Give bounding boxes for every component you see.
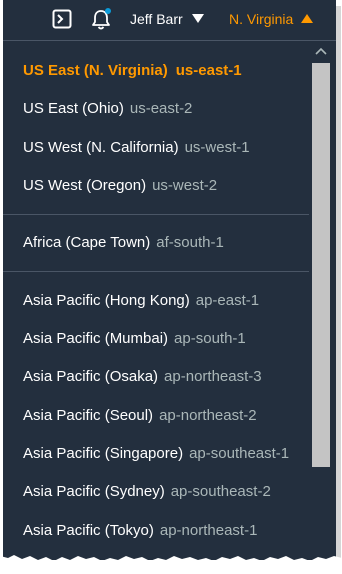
user-menu-label[interactable]: Jeff Barr [130, 11, 183, 27]
torn-edge [0, 555, 342, 574]
region-name: US East (Ohio) [23, 100, 124, 117]
notification-dot [105, 8, 111, 14]
region-item-us-east-1[interactable]: US East (N. Virginia) us-east-1 [23, 59, 242, 83]
region-code: us-east-2 [129, 100, 193, 117]
region-item-ap-northeast-2[interactable]: Asia Pacific (Seoul) ap-northeast-2 [23, 404, 257, 428]
region-code: ap-northeast-1 [159, 522, 258, 539]
region-code: ap-southeast-2 [170, 483, 271, 500]
region-group-divider [3, 271, 309, 272]
region-item-us-west-1[interactable]: US West (N. California) us-west-1 [23, 136, 250, 160]
region-name: Asia Pacific (Mumbai) [23, 330, 169, 347]
region-item-ap-south-1[interactable]: Asia Pacific (Mumbai) ap-south-1 [23, 327, 246, 351]
region-code: ap-southeast-1 [189, 445, 290, 462]
region-group-divider [3, 214, 309, 215]
region-code: ap-east-1 [195, 292, 260, 309]
region-selector-panel: Jeff Barr N. Virginia US East (N. Virgin… [3, 0, 336, 560]
region-code: af-south-1 [156, 234, 224, 251]
panel-shadow [336, 6, 341, 560]
region-item-ap-southeast-1[interactable]: Asia Pacific (Singapore) ap-southeast-1 [23, 442, 289, 466]
region-item-ap-east-1[interactable]: Asia Pacific (Hong Kong) ap-east-1 [23, 289, 259, 313]
region-name: Asia Pacific (Osaka) [23, 368, 159, 385]
region-code: ap-northeast-3 [164, 368, 262, 385]
region-item-us-east-2[interactable]: US East (Ohio) us-east-2 [23, 97, 192, 121]
region-menu-label[interactable]: N. Virginia [229, 11, 293, 27]
region-item-af-south-1[interactable]: Africa (Cape Town) af-south-1 [23, 231, 224, 255]
region-item-ap-northeast-1[interactable]: Asia Pacific (Tokyo) ap-northeast-1 [23, 519, 257, 543]
region-item-ap-southeast-2[interactable]: Asia Pacific (Sydney) ap-southeast-2 [23, 480, 271, 504]
region-item-ap-northeast-3[interactable]: Asia Pacific (Osaka) ap-northeast-3 [23, 365, 262, 389]
scroll-up-arrow-icon[interactable] [315, 47, 327, 55]
region-name: Asia Pacific (Singapore) [23, 445, 184, 462]
region-code: us-west-1 [184, 139, 250, 156]
scrollbar-thumb[interactable] [312, 63, 330, 467]
cloudshell-terminal-icon[interactable] [52, 9, 72, 29]
region-list: US East (N. Virginia) us-east-1 US East (… [3, 41, 309, 560]
console-top-bar: Jeff Barr N. Virginia [3, 0, 336, 40]
region-code: us-west-2 [152, 177, 218, 194]
notification-bell-icon[interactable] [90, 7, 112, 31]
region-name: US East (N. Virginia) [23, 62, 168, 79]
region-name: US West (N. California) [23, 139, 179, 156]
region-code: us-east-1 [175, 62, 242, 79]
region-item-us-west-2[interactable]: US West (Oregon) us-west-2 [23, 174, 217, 198]
region-code: ap-northeast-2 [159, 407, 257, 424]
region-code: ap-south-1 [174, 330, 246, 347]
region-name: Asia Pacific (Seoul) [23, 407, 154, 424]
region-name: Asia Pacific (Hong Kong) [23, 292, 190, 309]
region-name: US West (Oregon) [23, 177, 147, 194]
caret-up-icon[interactable] [301, 14, 313, 23]
region-name: Asia Pacific (Sydney) [23, 483, 165, 500]
region-name: Africa (Cape Town) [23, 234, 151, 251]
region-name: Asia Pacific (Tokyo) [23, 522, 154, 539]
caret-down-icon[interactable] [192, 14, 204, 23]
